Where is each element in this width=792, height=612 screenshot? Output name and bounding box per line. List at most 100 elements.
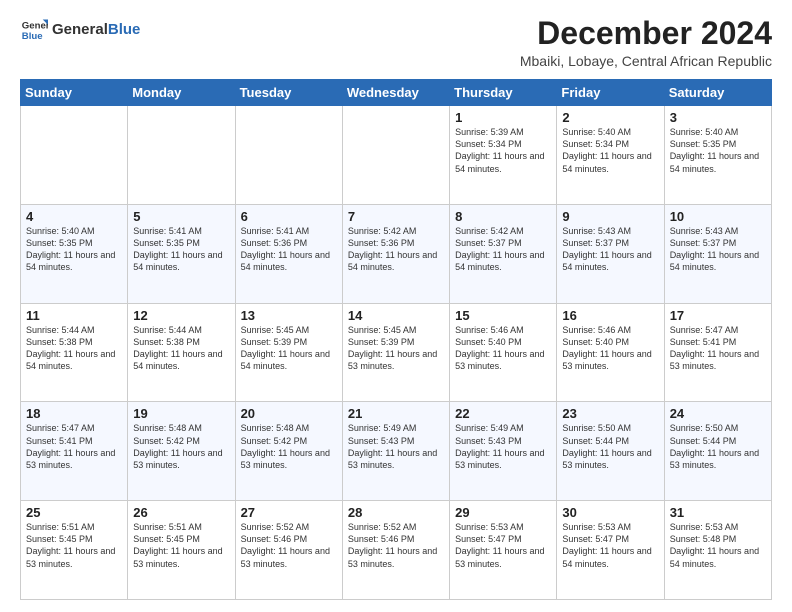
header-friday: Friday — [557, 80, 664, 106]
cell-info: Sunrise: 5:47 AMSunset: 5:41 PMDaylight:… — [26, 422, 123, 471]
title-block: December 2024 Mbaiki, Lobaye, Central Af… — [520, 16, 772, 69]
day-number: 27 — [241, 505, 338, 520]
cell-info: Sunrise: 5:42 AMSunset: 5:36 PMDaylight:… — [348, 225, 445, 274]
day-number: 29 — [455, 505, 552, 520]
table-row: 27 Sunrise: 5:52 AMSunset: 5:46 PMDaylig… — [235, 501, 342, 600]
table-row: 7 Sunrise: 5:42 AMSunset: 5:36 PMDayligh… — [342, 204, 449, 303]
logo-general: General — [52, 21, 108, 38]
header-monday: Monday — [128, 80, 235, 106]
cell-info: Sunrise: 5:39 AMSunset: 5:34 PMDaylight:… — [455, 126, 552, 175]
day-number: 6 — [241, 209, 338, 224]
calendar-row: 11 Sunrise: 5:44 AMSunset: 5:38 PMDaylig… — [21, 303, 772, 402]
cell-info: Sunrise: 5:45 AMSunset: 5:39 PMDaylight:… — [241, 324, 338, 373]
day-number: 4 — [26, 209, 123, 224]
header-tuesday: Tuesday — [235, 80, 342, 106]
day-number: 28 — [348, 505, 445, 520]
cell-info: Sunrise: 5:53 AMSunset: 5:47 PMDaylight:… — [455, 521, 552, 570]
cell-info: Sunrise: 5:42 AMSunset: 5:37 PMDaylight:… — [455, 225, 552, 274]
cell-info: Sunrise: 5:45 AMSunset: 5:39 PMDaylight:… — [348, 324, 445, 373]
day-number: 24 — [670, 406, 767, 421]
table-row: 4 Sunrise: 5:40 AMSunset: 5:35 PMDayligh… — [21, 204, 128, 303]
table-row — [128, 106, 235, 205]
day-number: 26 — [133, 505, 230, 520]
header-wednesday: Wednesday — [342, 80, 449, 106]
day-number: 16 — [562, 308, 659, 323]
day-number: 8 — [455, 209, 552, 224]
table-row: 22 Sunrise: 5:49 AMSunset: 5:43 PMDaylig… — [450, 402, 557, 501]
cell-info: Sunrise: 5:41 AMSunset: 5:36 PMDaylight:… — [241, 225, 338, 274]
day-number: 15 — [455, 308, 552, 323]
calendar-body: 1 Sunrise: 5:39 AMSunset: 5:34 PMDayligh… — [21, 106, 772, 600]
table-row: 17 Sunrise: 5:47 AMSunset: 5:41 PMDaylig… — [664, 303, 771, 402]
calendar-row: 4 Sunrise: 5:40 AMSunset: 5:35 PMDayligh… — [21, 204, 772, 303]
cell-info: Sunrise: 5:46 AMSunset: 5:40 PMDaylight:… — [562, 324, 659, 373]
cell-info: Sunrise: 5:51 AMSunset: 5:45 PMDaylight:… — [26, 521, 123, 570]
table-row — [342, 106, 449, 205]
calendar-header-row: Sunday Monday Tuesday Wednesday Thursday… — [21, 80, 772, 106]
day-number: 5 — [133, 209, 230, 224]
day-number: 17 — [670, 308, 767, 323]
day-number: 2 — [562, 110, 659, 125]
table-row: 6 Sunrise: 5:41 AMSunset: 5:36 PMDayligh… — [235, 204, 342, 303]
day-number: 1 — [455, 110, 552, 125]
day-number: 9 — [562, 209, 659, 224]
header: General Blue GeneralBlue December 2024 M… — [20, 16, 772, 69]
table-row: 19 Sunrise: 5:48 AMSunset: 5:42 PMDaylig… — [128, 402, 235, 501]
header-saturday: Saturday — [664, 80, 771, 106]
day-number: 3 — [670, 110, 767, 125]
logo-blue: Blue — [108, 21, 141, 38]
svg-text:Blue: Blue — [22, 31, 43, 42]
table-row: 15 Sunrise: 5:46 AMSunset: 5:40 PMDaylig… — [450, 303, 557, 402]
cell-info: Sunrise: 5:48 AMSunset: 5:42 PMDaylight:… — [133, 422, 230, 471]
cell-info: Sunrise: 5:50 AMSunset: 5:44 PMDaylight:… — [562, 422, 659, 471]
cell-info: Sunrise: 5:49 AMSunset: 5:43 PMDaylight:… — [348, 422, 445, 471]
header-sunday: Sunday — [21, 80, 128, 106]
table-row: 9 Sunrise: 5:43 AMSunset: 5:37 PMDayligh… — [557, 204, 664, 303]
day-number: 11 — [26, 308, 123, 323]
day-number: 18 — [26, 406, 123, 421]
cell-info: Sunrise: 5:44 AMSunset: 5:38 PMDaylight:… — [26, 324, 123, 373]
logo: General Blue GeneralBlue — [20, 16, 140, 44]
calendar-row: 25 Sunrise: 5:51 AMSunset: 5:45 PMDaylig… — [21, 501, 772, 600]
day-number: 7 — [348, 209, 445, 224]
table-row: 5 Sunrise: 5:41 AMSunset: 5:35 PMDayligh… — [128, 204, 235, 303]
month-title: December 2024 — [520, 16, 772, 51]
day-number: 13 — [241, 308, 338, 323]
day-number: 10 — [670, 209, 767, 224]
cell-info: Sunrise: 5:43 AMSunset: 5:37 PMDaylight:… — [670, 225, 767, 274]
cell-info: Sunrise: 5:52 AMSunset: 5:46 PMDaylight:… — [348, 521, 445, 570]
table-row: 18 Sunrise: 5:47 AMSunset: 5:41 PMDaylig… — [21, 402, 128, 501]
table-row — [235, 106, 342, 205]
table-row: 21 Sunrise: 5:49 AMSunset: 5:43 PMDaylig… — [342, 402, 449, 501]
cell-info: Sunrise: 5:48 AMSunset: 5:42 PMDaylight:… — [241, 422, 338, 471]
cell-info: Sunrise: 5:40 AMSunset: 5:35 PMDaylight:… — [670, 126, 767, 175]
table-row: 10 Sunrise: 5:43 AMSunset: 5:37 PMDaylig… — [664, 204, 771, 303]
table-row: 1 Sunrise: 5:39 AMSunset: 5:34 PMDayligh… — [450, 106, 557, 205]
table-row: 14 Sunrise: 5:45 AMSunset: 5:39 PMDaylig… — [342, 303, 449, 402]
day-number: 14 — [348, 308, 445, 323]
cell-info: Sunrise: 5:51 AMSunset: 5:45 PMDaylight:… — [133, 521, 230, 570]
day-number: 19 — [133, 406, 230, 421]
day-number: 25 — [26, 505, 123, 520]
cell-info: Sunrise: 5:47 AMSunset: 5:41 PMDaylight:… — [670, 324, 767, 373]
table-row: 12 Sunrise: 5:44 AMSunset: 5:38 PMDaylig… — [128, 303, 235, 402]
day-number: 30 — [562, 505, 659, 520]
table-row: 26 Sunrise: 5:51 AMSunset: 5:45 PMDaylig… — [128, 501, 235, 600]
calendar-table: Sunday Monday Tuesday Wednesday Thursday… — [20, 79, 772, 600]
table-row — [21, 106, 128, 205]
day-number: 23 — [562, 406, 659, 421]
table-row: 25 Sunrise: 5:51 AMSunset: 5:45 PMDaylig… — [21, 501, 128, 600]
day-number: 31 — [670, 505, 767, 520]
day-number: 22 — [455, 406, 552, 421]
svg-text:General: General — [22, 20, 48, 31]
cell-info: Sunrise: 5:43 AMSunset: 5:37 PMDaylight:… — [562, 225, 659, 274]
table-row: 3 Sunrise: 5:40 AMSunset: 5:35 PMDayligh… — [664, 106, 771, 205]
table-row: 31 Sunrise: 5:53 AMSunset: 5:48 PMDaylig… — [664, 501, 771, 600]
table-row: 20 Sunrise: 5:48 AMSunset: 5:42 PMDaylig… — [235, 402, 342, 501]
calendar-row: 18 Sunrise: 5:47 AMSunset: 5:41 PMDaylig… — [21, 402, 772, 501]
table-row: 28 Sunrise: 5:52 AMSunset: 5:46 PMDaylig… — [342, 501, 449, 600]
table-row: 29 Sunrise: 5:53 AMSunset: 5:47 PMDaylig… — [450, 501, 557, 600]
table-row: 16 Sunrise: 5:46 AMSunset: 5:40 PMDaylig… — [557, 303, 664, 402]
cell-info: Sunrise: 5:40 AMSunset: 5:35 PMDaylight:… — [26, 225, 123, 274]
cell-info: Sunrise: 5:46 AMSunset: 5:40 PMDaylight:… — [455, 324, 552, 373]
